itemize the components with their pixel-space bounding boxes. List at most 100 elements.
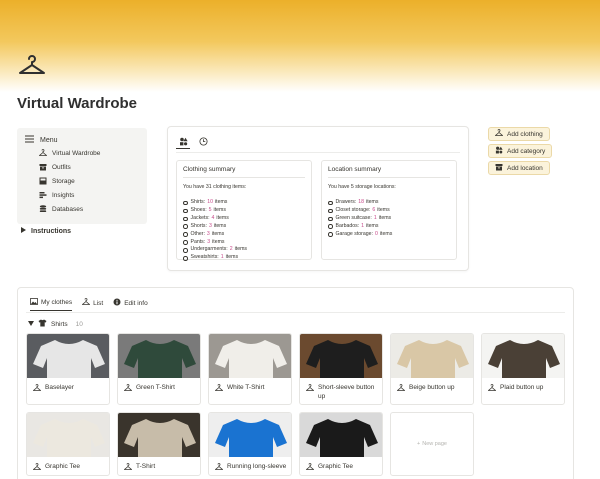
- new-page-button[interactable]: + New page: [390, 412, 474, 476]
- summary-row: Sweatshirts: 1 items: [183, 254, 305, 262]
- gallery-card[interactable]: Running long-sleeve: [208, 412, 292, 476]
- summary-row: Pants: 3 items: [183, 239, 305, 247]
- row-count: 2: [229, 246, 233, 253]
- hanger-icon: [214, 383, 224, 392]
- item-name: Graphic Tee: [45, 463, 80, 470]
- hanger-icon: [123, 383, 133, 392]
- row-label: Green suitcase:: [335, 214, 372, 221]
- row-unit: items: [366, 222, 379, 229]
- circle-icon: [328, 224, 333, 229]
- circle-icon: [183, 224, 188, 229]
- menu-item-label: Databases: [52, 205, 84, 213]
- circle-icon: [328, 216, 333, 222]
- clothing-photo: [118, 334, 200, 378]
- box-icon: [39, 177, 47, 185]
- item-name: Graphic Tee: [318, 463, 353, 470]
- item-name: White T-Shirt: [227, 384, 265, 391]
- add-category-button[interactable]: Add category: [488, 144, 553, 158]
- tab-categories[interactable]: [176, 135, 190, 149]
- tab-list[interactable]: List: [81, 298, 103, 311]
- row-label: Closet storage:: [335, 206, 371, 213]
- row-label: Jackets:: [190, 214, 210, 221]
- summary-row: Drawers: 18 items: [328, 199, 450, 207]
- row-label: Garage storage:: [335, 230, 374, 237]
- plus-icon: +: [417, 441, 421, 447]
- tab-history[interactable]: [196, 135, 210, 149]
- triangle-right-icon: [21, 227, 26, 235]
- summary-row: Green suitcase: 1 items: [328, 215, 450, 223]
- tab-my-clothes[interactable]: My clothes: [30, 298, 73, 311]
- row-unit: items: [377, 206, 390, 213]
- summary-row: Closet storage: 6 items: [328, 207, 450, 215]
- gallery-card[interactable]: Plaid button up: [481, 333, 565, 405]
- gallery-card[interactable]: T-Shirt: [117, 412, 201, 476]
- row-unit: items: [379, 230, 393, 237]
- row-label: Shirts:: [190, 199, 206, 205]
- row-label: Pants:: [190, 238, 206, 245]
- group-shirts[interactable]: Shirts 10: [28, 319, 83, 329]
- menu-item-storage[interactable]: Storage: [39, 177, 75, 185]
- menu-item-insights[interactable]: Insights: [39, 191, 74, 199]
- instructions-label: Instructions: [31, 227, 72, 235]
- hanger-icon: [32, 462, 42, 471]
- add-location-button[interactable]: Add location: [488, 161, 550, 175]
- shapes-icon: [179, 133, 188, 151]
- add-clothing-button[interactable]: Add clothing: [488, 127, 550, 141]
- card-intro: You have 31 clothing items:: [183, 184, 247, 190]
- triangle-down-icon: [28, 320, 34, 328]
- hanger-icon: [39, 149, 47, 157]
- clothing-photo: [482, 334, 564, 378]
- menu-item-label: Outfits: [52, 163, 71, 171]
- cover-banner: [0, 0, 600, 92]
- info-icon: [113, 298, 121, 308]
- clock-icon: [199, 133, 208, 151]
- row-unit: items: [216, 214, 229, 221]
- row-count: 18: [358, 199, 365, 205]
- summary-row: Garage storage: 0 items: [328, 231, 450, 239]
- summary-panel: Clothing summary You have 31 clothing it…: [167, 126, 469, 271]
- gallery-card[interactable]: Graphic Tee: [299, 412, 383, 476]
- divider: [176, 152, 460, 153]
- row-count: 10: [207, 199, 213, 205]
- instructions-toggle[interactable]: Instructions: [21, 227, 71, 235]
- item-name: Short-sleeve button up: [318, 384, 375, 400]
- row-label: Drawers:: [335, 199, 357, 205]
- clothing-photo: [300, 334, 382, 378]
- menu-item-virtual-wardrobe[interactable]: Virtual Wardrobe: [39, 149, 100, 157]
- row-unit: items: [212, 238, 225, 245]
- row-label: Shorts:: [190, 222, 207, 229]
- row-unit: items: [366, 199, 379, 205]
- hanger-icon: [81, 298, 91, 308]
- tab-edit-info[interactable]: Edit info: [113, 298, 148, 311]
- row-unit: items: [378, 214, 392, 221]
- group-label: Shirts: [51, 320, 68, 328]
- clothing-summary-card: Clothing summary You have 31 clothing it…: [176, 160, 312, 262]
- shirt-icon: [38, 319, 47, 329]
- gallery-card[interactable]: Short-sleeve button up: [299, 333, 383, 405]
- clothing-photo: [391, 334, 473, 378]
- button-label: Add clothing: [507, 130, 543, 138]
- button-label: Add location: [507, 164, 543, 172]
- row-label: Barbados:: [335, 222, 360, 229]
- hanger-icon: [214, 462, 224, 471]
- hanger-icon: [305, 383, 315, 392]
- row-label: Sweatshirts:: [190, 254, 219, 261]
- menu-item-databases[interactable]: Databases: [39, 205, 83, 213]
- menu-item-label: Virtual Wardrobe: [52, 149, 101, 157]
- gallery-card[interactable]: White T-Shirt: [208, 333, 292, 405]
- menu-header[interactable]: Menu: [25, 135, 58, 145]
- button-label: Add category: [507, 147, 546, 155]
- circle-icon: [183, 248, 188, 253]
- circle-icon: [183, 240, 188, 245]
- gallery-card[interactable]: Graphic Tee: [26, 412, 110, 476]
- row-unit: items: [211, 230, 225, 237]
- row-count: 3: [206, 230, 210, 237]
- circle-icon: [183, 232, 188, 237]
- group-count: 10: [75, 320, 83, 328]
- gallery-card[interactable]: Green T-Shirt: [117, 333, 201, 405]
- gallery-card[interactable]: Baselayer: [26, 333, 110, 405]
- menu-item-outfits[interactable]: Outfits: [39, 163, 71, 171]
- gallery-card[interactable]: Beige button up: [390, 333, 474, 405]
- hanger-icon: [494, 129, 504, 139]
- clothes-gallery: My clothes List Edit info Shirts 10 Base…: [17, 287, 574, 479]
